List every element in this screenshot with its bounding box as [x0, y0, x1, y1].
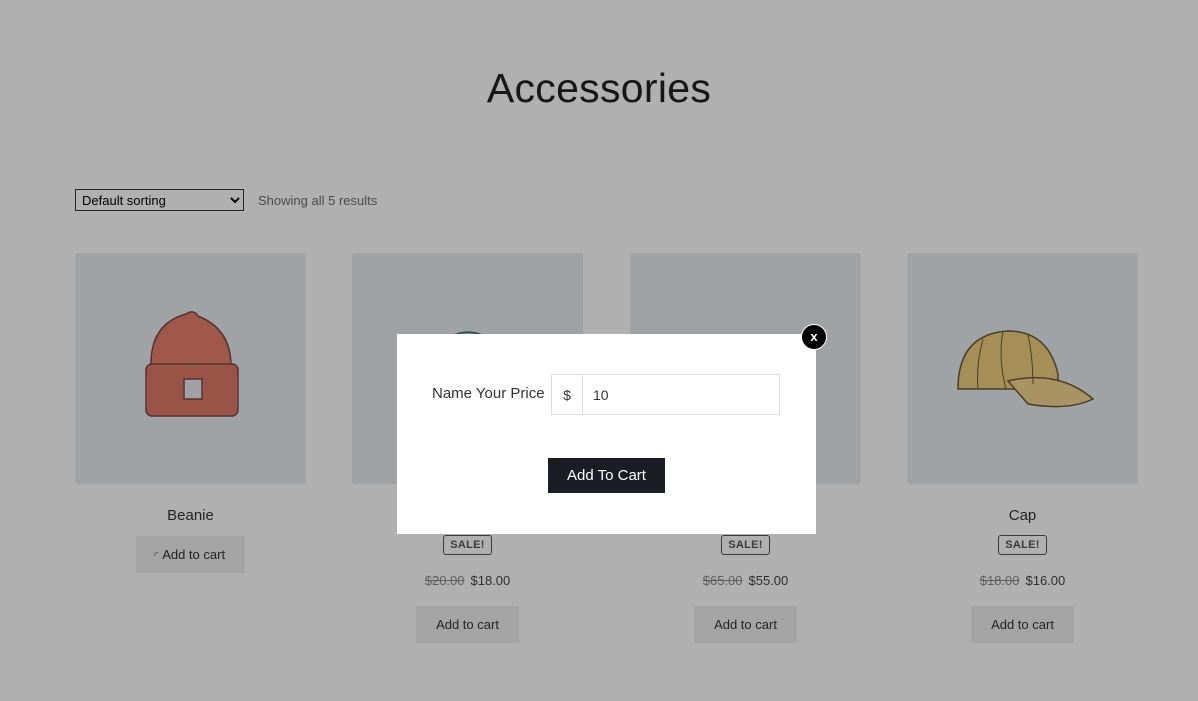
price-input[interactable]	[583, 374, 779, 415]
modal-add-to-cart-button[interactable]: Add To Cart	[548, 458, 665, 493]
price-input-group: $	[551, 374, 780, 415]
price-label: Name Your Price	[432, 385, 545, 402]
close-icon[interactable]: x	[801, 324, 827, 350]
currency-symbol: $	[552, 375, 583, 414]
name-your-price-modal: Name Your Price $ Add To Cart	[397, 334, 816, 534]
